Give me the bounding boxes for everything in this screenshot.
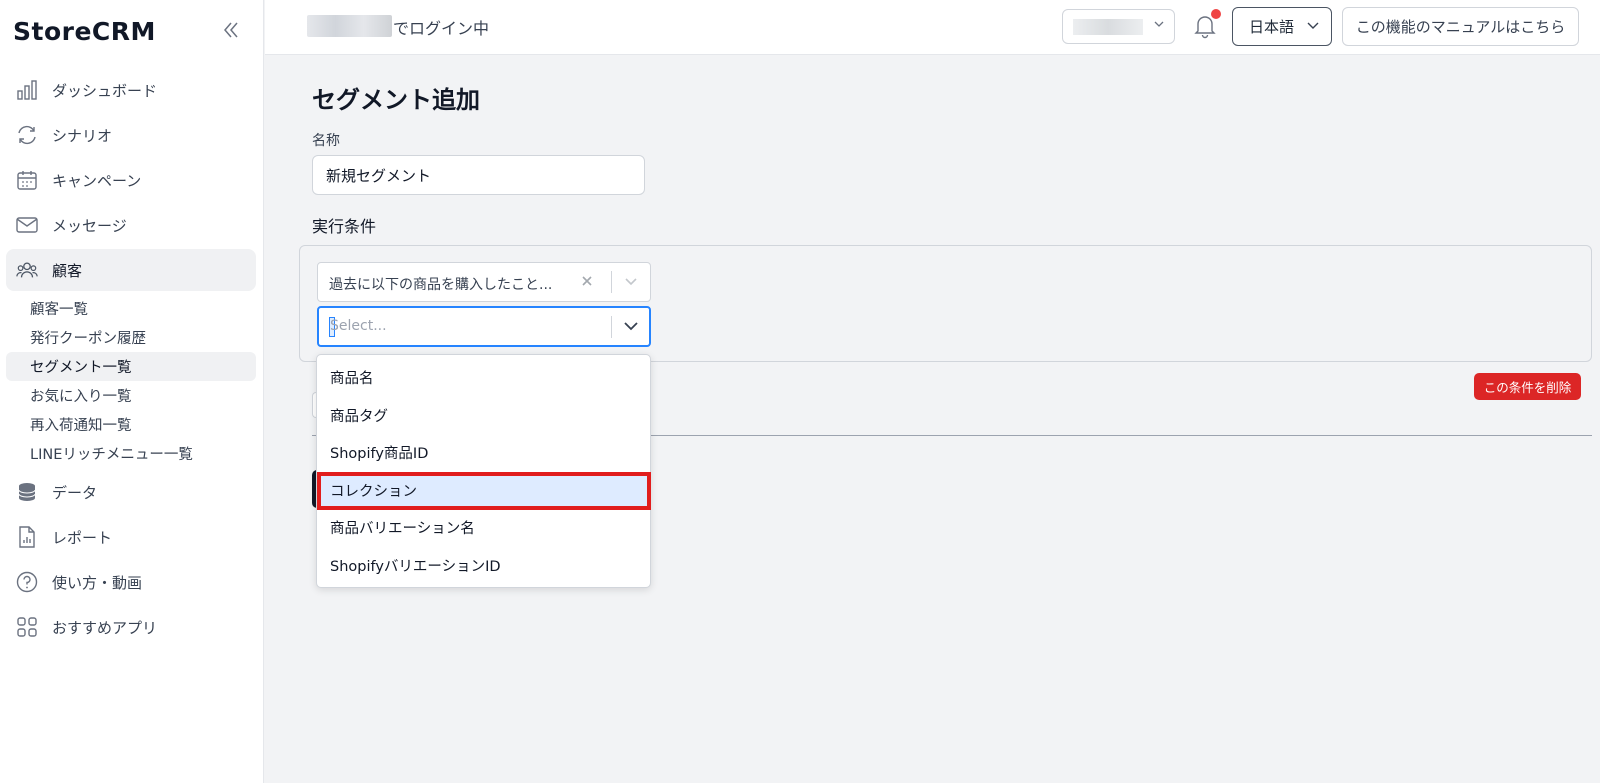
chevron-down-icon — [1307, 19, 1319, 34]
select-separator — [611, 316, 612, 338]
condition-field-dropdown-menu: 商品名 商品タグ Shopify商品ID コレクション 商品バリエーション名 S… — [316, 354, 651, 588]
refresh-icon — [16, 124, 38, 146]
clear-icon[interactable] — [581, 272, 593, 291]
nav-recommended-apps[interactable]: おすすめアプリ — [6, 606, 256, 648]
option-shopify-variation-id[interactable]: ShopifyバリエーションID — [317, 547, 650, 585]
language-select[interactable]: 日本語 — [1232, 7, 1332, 46]
subnav-segment-list[interactable]: セグメント一覧 — [6, 352, 256, 381]
conditions-label: 実行条件 — [312, 217, 377, 236]
segment-name-input[interactable] — [312, 155, 645, 195]
sidebar: StoreCRM ダッシュボード シナリオ キャンペーン メッセージ 顧客 顧客… — [0, 0, 264, 783]
store-name-redacted — [1073, 19, 1143, 35]
name-label: 名称 — [312, 133, 340, 149]
nav-campaign[interactable]: キャンペーン — [6, 159, 256, 201]
notification-dot — [1211, 9, 1221, 19]
document-chart-icon — [16, 526, 38, 548]
chevron-down-icon — [624, 273, 638, 292]
nav-data[interactable]: データ — [6, 471, 256, 513]
option-shopify-product-id[interactable]: Shopify商品ID — [317, 434, 650, 472]
chevron-down-icon — [1154, 18, 1164, 32]
store-select[interactable] — [1062, 9, 1175, 44]
select-separator — [611, 271, 612, 293]
collapse-sidebar-button[interactable] — [222, 20, 242, 42]
customer-subnav: 顧客一覧 発行クーポン履歴 セグメント一覧 お気に入り一覧 再入荷通知一覧 LI… — [6, 294, 256, 468]
nav-data-label: データ — [52, 483, 98, 502]
chevron-down-icon — [623, 317, 639, 337]
subnav-customer-list[interactable]: 顧客一覧 — [6, 294, 256, 323]
nav-dashboard[interactable]: ダッシュボード — [6, 69, 256, 111]
language-label: 日本語 — [1249, 18, 1295, 36]
app-logo[interactable]: StoreCRM — [13, 17, 156, 46]
nav-dashboard-label: ダッシュボード — [52, 81, 158, 100]
nav-message[interactable]: メッセージ — [6, 204, 256, 246]
nav-customer[interactable]: 顧客 — [6, 249, 256, 291]
nav-scenario-label: シナリオ — [52, 126, 113, 145]
condition-type-select[interactable]: 過去に以下の商品を購入したこと... — [317, 262, 651, 302]
double-chevron-left-icon — [224, 22, 238, 38]
question-circle-icon — [16, 571, 38, 593]
nav-report-label: レポート — [52, 528, 113, 547]
nav-campaign-label: キャンペーン — [52, 171, 142, 190]
option-variation-name[interactable]: 商品バリエーション名 — [317, 509, 650, 547]
delete-condition-button[interactable]: この条件を削除 — [1474, 373, 1581, 400]
mail-icon — [16, 214, 38, 236]
calendar-icon — [16, 169, 38, 191]
option-collection[interactable]: コレクション — [317, 471, 651, 510]
nav-customer-label: 顧客 — [52, 261, 83, 280]
nav-howto-label: 使い方・動画 — [52, 573, 143, 592]
manual-button[interactable]: この機能のマニュアルはこちら — [1342, 7, 1579, 46]
main-nav: ダッシュボード シナリオ キャンペーン メッセージ 顧客 顧客一覧 発行クーポン… — [0, 66, 264, 651]
subnav-restock-notify[interactable]: 再入荷通知一覧 — [6, 410, 256, 439]
nav-message-label: メッセージ — [52, 216, 127, 235]
nav-recommended-apps-label: おすすめアプリ — [52, 618, 158, 637]
apps-grid-icon — [16, 616, 38, 638]
select-placeholder: Select... — [330, 318, 387, 334]
database-icon — [16, 481, 38, 503]
condition-field-select[interactable]: Select... — [317, 306, 651, 347]
subnav-coupon-history[interactable]: 発行クーポン履歴 — [6, 323, 256, 352]
users-icon — [16, 259, 38, 281]
login-status-text: でログイン中 — [393, 19, 490, 38]
nav-howto[interactable]: 使い方・動画 — [6, 561, 256, 603]
logged-in-user-redacted — [307, 15, 392, 37]
bar-chart-icon — [16, 79, 38, 101]
subnav-favorites[interactable]: お気に入り一覧 — [6, 381, 256, 410]
option-product-name[interactable]: 商品名 — [317, 359, 650, 397]
condition-type-value: 過去に以下の商品を購入したこと... — [329, 277, 553, 293]
subnav-line-rich-menu[interactable]: LINEリッチメニュー一覧 — [6, 439, 256, 468]
option-product-tag[interactable]: 商品タグ — [317, 397, 650, 435]
top-header: でログイン中 日本語 この機能のマニュアルはこちら — [265, 0, 1600, 55]
nav-report[interactable]: レポート — [6, 516, 256, 558]
nav-scenario[interactable]: シナリオ — [6, 114, 256, 156]
page-title: セグメント追加 — [312, 86, 480, 114]
